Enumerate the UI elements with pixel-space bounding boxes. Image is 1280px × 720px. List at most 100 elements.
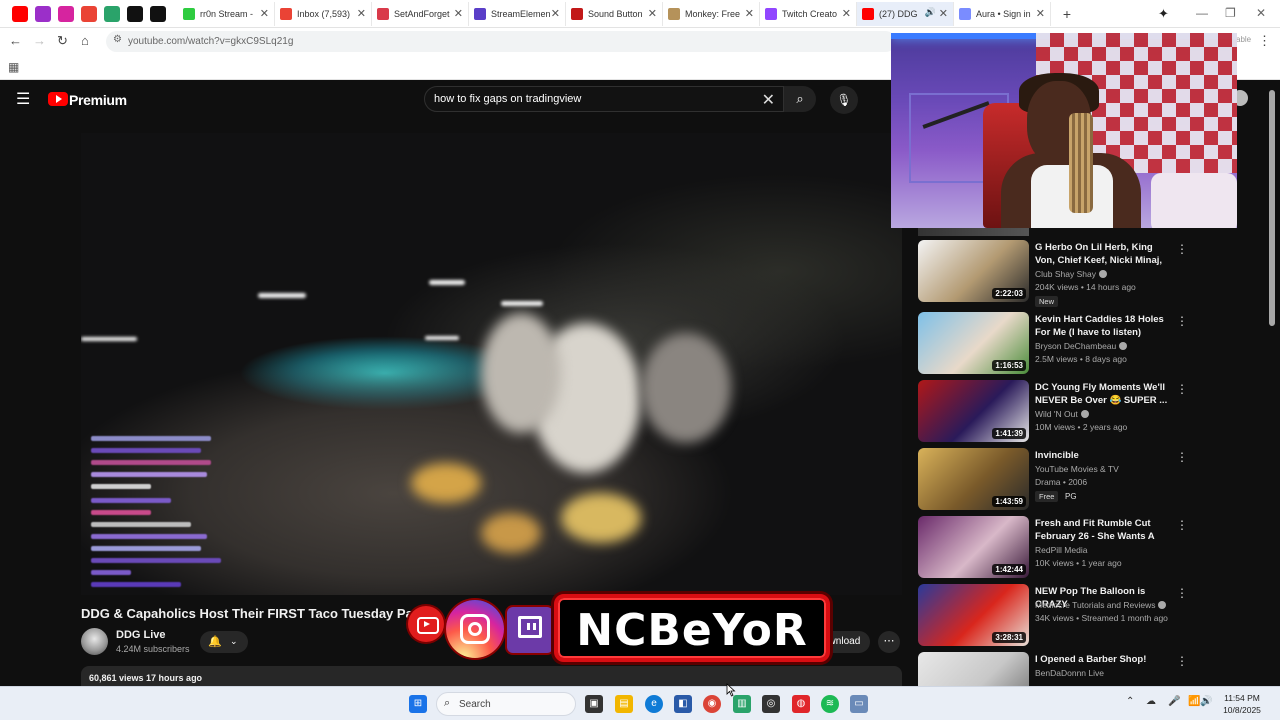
store-icon[interactable]: ◧ [674,695,692,713]
voice-search-button[interactable]: 🎙 [830,86,858,114]
tv-icon[interactable] [127,5,143,22]
app-icon[interactable]: ▥ [733,695,751,713]
video-player[interactable] [81,133,902,595]
pin-icon[interactable]: ✦ [1158,6,1169,22]
close-tab-icon[interactable]: ✕ [1036,7,1045,20]
video-thumbnail[interactable]: 1:41:39 [918,380,1029,442]
close-tab-icon[interactable]: ✕ [357,7,366,20]
close-tab-icon[interactable]: ✕ [745,7,754,20]
recommended-video-title[interactable]: Invincible [1035,449,1175,462]
browser-tab[interactable]: Aura • Sign in ✕ [954,1,1051,26]
patreon-p-icon[interactable] [35,5,51,22]
close-window-button[interactable]: ✕ [1256,6,1266,20]
spotify-icon[interactable]: ≋ [821,695,839,713]
recommended-video-title[interactable]: Kevin Hart Caddies 18 Holes For Me (I ha… [1035,313,1175,339]
site-info-icon[interactable]: ⚙ [113,34,122,45]
video-options-icon[interactable]: ⋮ [1176,450,1188,464]
video-thumbnail[interactable]: 3:28:31 [918,584,1029,646]
video-thumbnail[interactable]: 2:22:03 [918,240,1029,302]
recommended-video[interactable]: 3:28:31 NEW Pop The Balloon is CRAZY Medio… [918,584,1258,650]
gmail-icon[interactable] [81,5,97,22]
video-options-icon[interactable]: ⋮ [1176,242,1188,256]
app-red-icon[interactable]: ◍ [792,695,810,713]
page-scrollbar-thumb[interactable] [1269,90,1275,326]
recommended-video[interactable]: I Opened a Barber Shop! BenDaDonnn Live ⋮ [918,652,1258,686]
browser-tab[interactable]: rr0n Stream - ✕ [178,1,275,26]
recommended-video-title[interactable]: Fresh and Fit Rumble Cut February 26 - S… [1035,517,1175,544]
capcut-icon[interactable] [150,5,166,22]
recommended-video[interactable]: 1:41:39 DC Young Fly Moments We'll NEVER … [918,380,1258,446]
video-thumbnail[interactable]: 1:16:53 [918,312,1029,374]
video-options-icon[interactable]: ⋮ [1176,586,1188,600]
close-tab-icon[interactable]: ✕ [648,7,657,20]
video-options-icon[interactable]: ⋮ [1176,382,1188,396]
recommended-channel[interactable]: RedPill Media [1035,545,1087,555]
back-icon[interactable]: ← [9,33,22,48]
video-thumbnail[interactable]: 1:43:59 [918,448,1029,510]
start-button[interactable]: ⊞ [409,695,427,713]
recommended-video[interactable]: 1:42:44 Fresh and Fit Rumble Cut February… [918,516,1258,582]
recommended-channel[interactable]: Bryson DeChambeau [1035,341,1128,351]
video-options-icon[interactable]: ⋮ [1176,314,1188,328]
instagram-icon[interactable] [58,5,74,22]
browser-tab[interactable]: Monkey: Free ✕ [663,1,760,26]
sheets-icon[interactable] [104,5,120,22]
minimize-button[interactable]: — [1196,6,1208,20]
hamburger-menu-icon[interactable]: ☰ [16,89,30,109]
youtube-icon[interactable] [12,5,28,22]
task-view-icon[interactable]: ▣ [585,695,603,713]
close-tab-icon[interactable]: ✕ [260,7,269,20]
speaker-icon[interactable]: 🔊 [1200,696,1212,707]
home-icon[interactable]: ⌂ [81,33,89,48]
video-options-icon[interactable]: ⋮ [1176,518,1188,532]
browser-menu-icon[interactable]: ⋮ [1258,33,1271,49]
browser-tab[interactable]: SetAndForget ✕ [372,1,469,26]
forward-icon[interactable]: → [33,33,46,48]
onedrive-icon[interactable]: ☁ [1146,696,1156,707]
youtube-logo-icon[interactable] [48,92,68,106]
video-thumbnail[interactable]: 1:42:44 [918,516,1029,578]
taskbar-search[interactable]: ⌕ Search [436,692,576,716]
taskbar-clock[interactable]: 11:54 PM 10/8/2025 [1212,692,1272,716]
partial-thumbnail[interactable] [918,228,1029,236]
recommended-video[interactable]: 1:16:53 Kevin Hart Caddies 18 Holes For M… [918,312,1258,378]
browser-tab[interactable]: Sound Button ✕ [566,1,663,26]
youtube-brand[interactable]: Premium [69,92,127,108]
maximize-button[interactable]: ❐ [1225,6,1236,20]
omnibox[interactable]: ⚙ youtube.com/watch?v=gkxC9SLq21g [106,31,896,52]
recommended-channel[interactable]: YouTube Movies & TV [1035,464,1119,474]
reload-icon[interactable]: ↻ [57,33,68,49]
recommended-video-title[interactable]: I Opened a Barber Shop! [1035,653,1175,666]
recommended-channel[interactable]: Club Shay Shay [1035,269,1107,279]
recommended-video-title[interactable]: DC Young Fly Moments We'll NEVER Be Over… [1035,381,1175,407]
search-input[interactable]: how to fix gaps on tradingview ✕ [424,86,784,112]
clear-search-icon[interactable]: ✕ [762,90,775,110]
browser-tab[interactable]: StreamElemen ✕ [469,1,566,26]
app-window-icon[interactable]: ▭ [850,695,868,713]
recommended-channel[interactable]: Wild 'N Out [1035,409,1089,419]
obs-icon[interactable]: ◎ [762,695,780,713]
wifi-icon[interactable]: 📶 [1188,696,1200,707]
more-actions-button[interactable]: ⋯ [878,631,900,653]
microphone-tray-icon[interactable]: 🎤 [1168,696,1180,707]
recommended-channel[interactable]: Mediocre Tutorials and Reviews [1035,600,1167,610]
show-hidden-icons[interactable]: ⌃ [1126,696,1134,707]
close-tab-icon[interactable]: ✕ [939,7,948,20]
browser-tab[interactable]: Twitch Creato ✕ [760,1,857,26]
browser-tab[interactable]: (27) DDG 🔊 ✕ [857,1,954,26]
video-thumbnail[interactable] [918,652,1029,686]
file-explorer-icon[interactable]: ▤ [615,695,633,713]
close-tab-icon[interactable]: ✕ [842,7,851,20]
close-tab-icon[interactable]: ✕ [551,7,560,20]
recommended-video[interactable]: 1:43:59 Invincible YouTube Movies & TV Dram… [918,448,1258,514]
search-button[interactable]: ⌕ [784,86,816,112]
notifications-button[interactable]: 🔔 ⌄ [200,631,248,653]
channel-name[interactable]: DDG Live [116,629,166,641]
apps-grid-icon[interactable]: ▦ [8,60,19,74]
chrome-icon[interactable]: ◉ [703,695,721,713]
close-tab-icon[interactable]: ✕ [454,7,463,20]
recommended-video[interactable]: 2:22:03 G Herbo On Lil Herb, King Von, Ch… [918,240,1258,307]
new-tab-button[interactable]: + [1059,6,1075,22]
tab-audio-icon[interactable]: 🔊 [925,7,936,18]
edge-icon[interactable]: e [645,695,663,713]
